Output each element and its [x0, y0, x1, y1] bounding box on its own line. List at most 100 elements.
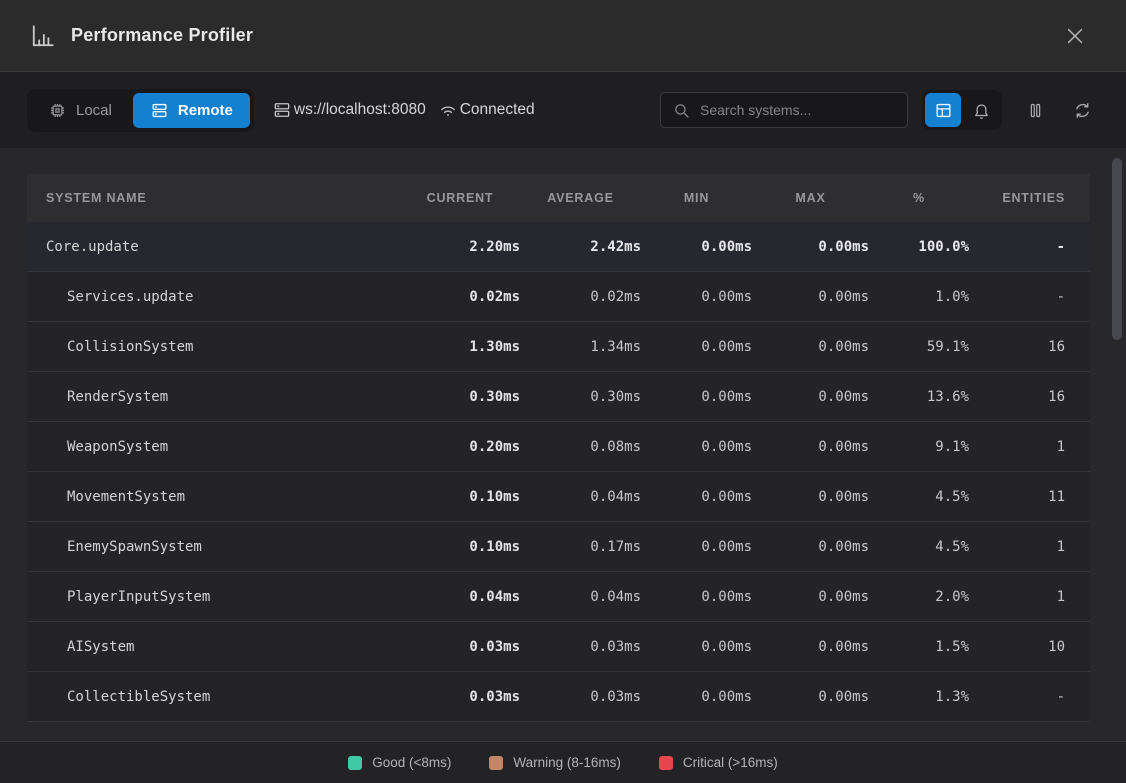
table-cell: 11: [969, 489, 1065, 505]
table-cell: 0.17ms: [520, 539, 641, 555]
search-box: [660, 92, 908, 128]
table-cell: 0.10ms: [400, 539, 520, 555]
column-header[interactable]: MIN: [641, 191, 752, 205]
connection-status: Connected: [460, 101, 535, 119]
legend-item: Warning (8-16ms): [489, 755, 621, 770]
table-cell: 0.10ms: [400, 489, 520, 505]
performance-profiler-window: Performance Profiler Local: [0, 0, 1126, 783]
table-cell: 0.30ms: [400, 389, 520, 405]
column-header[interactable]: MAX: [752, 191, 869, 205]
table-cell: 0.30ms: [520, 389, 641, 405]
server-icon: [272, 100, 292, 120]
table-cell: 0.00ms: [752, 439, 869, 455]
table-row[interactable]: Services.update0.02ms0.02ms0.00ms0.00ms1…: [27, 272, 1090, 322]
table-cell: 59.1%: [869, 339, 969, 355]
table-cell: 2.0%: [869, 589, 969, 605]
legend-swatch: [489, 756, 503, 770]
pause-icon: [1026, 101, 1045, 120]
alerts-button[interactable]: [963, 93, 999, 127]
local-mode-button[interactable]: Local: [31, 93, 129, 128]
toolbar: Local Remote: [0, 72, 1126, 148]
legend-swatch: [659, 756, 673, 770]
table-cell: 16: [969, 389, 1065, 405]
table-cell: 0.00ms: [752, 289, 869, 305]
refresh-icon: [1073, 101, 1092, 120]
table-cell: -: [969, 289, 1065, 305]
table-cell: 2.20ms: [400, 239, 520, 255]
cpu-icon: [48, 101, 67, 120]
table-view-button[interactable]: [925, 93, 961, 127]
table-cell: 1.34ms: [520, 339, 641, 355]
table-cell: 0.00ms: [641, 339, 752, 355]
table-cell: 0.03ms: [520, 689, 641, 705]
table-cell: RenderSystem: [46, 389, 400, 405]
table-cell: 1.30ms: [400, 339, 520, 355]
table-cell: 0.00ms: [752, 389, 869, 405]
remote-mode-label: Remote: [178, 102, 233, 119]
table-cell: 13.6%: [869, 389, 969, 405]
table-row[interactable]: PlayerInputSystem0.04ms0.04ms0.00ms0.00m…: [27, 572, 1090, 622]
table-cell: 0.03ms: [400, 689, 520, 705]
table-cell: 9.1%: [869, 439, 969, 455]
table-cell: -: [969, 689, 1065, 705]
table-cell: 0.02ms: [400, 289, 520, 305]
table-cell: 0.04ms: [400, 589, 520, 605]
search-input[interactable]: [700, 102, 895, 118]
table-cell: CollectibleSystem: [46, 689, 400, 705]
bell-icon: [972, 101, 991, 120]
table-cell: 0.00ms: [641, 289, 752, 305]
table-cell: 2.42ms: [520, 239, 641, 255]
table-cell: 0.03ms: [520, 639, 641, 655]
view-toggle-group: [922, 90, 1002, 130]
scrollbar-thumb[interactable]: [1112, 158, 1122, 340]
table-cell: 0.00ms: [641, 489, 752, 505]
table-cell: 0.00ms: [641, 689, 752, 705]
pause-button[interactable]: [1026, 101, 1045, 120]
table-cell: 4.5%: [869, 489, 969, 505]
legend-swatch: [348, 756, 362, 770]
column-header[interactable]: SYSTEM NAME: [46, 191, 400, 205]
table-cell: 0.00ms: [641, 389, 752, 405]
column-header[interactable]: CURRENT: [400, 191, 520, 205]
table-row[interactable]: EnemySpawnSystem0.10ms0.17ms0.00ms0.00ms…: [27, 522, 1090, 572]
table-cell: 0.08ms: [520, 439, 641, 455]
table-row[interactable]: RenderSystem0.30ms0.30ms0.00ms0.00ms13.6…: [27, 372, 1090, 422]
table-cell: 1: [969, 589, 1065, 605]
table-cell: 0.00ms: [641, 589, 752, 605]
table-cell: EnemySpawnSystem: [46, 539, 400, 555]
table-body: Core.update2.20ms2.42ms0.00ms0.00ms100.0…: [27, 222, 1090, 722]
legend-item: Good (<8ms): [348, 755, 451, 770]
table-cell: AISystem: [46, 639, 400, 655]
table-row[interactable]: WeaponSystem0.20ms0.08ms0.00ms0.00ms9.1%…: [27, 422, 1090, 472]
remote-mode-button[interactable]: Remote: [133, 93, 250, 128]
legend-item: Critical (>16ms): [659, 755, 778, 770]
table-cell: PlayerInputSystem: [46, 589, 400, 605]
server-icon: [150, 101, 169, 120]
table-cell: 0.00ms: [752, 589, 869, 605]
close-icon[interactable]: [1060, 21, 1090, 51]
column-header[interactable]: ENTITIES: [969, 191, 1065, 205]
bar-chart-icon: [30, 23, 56, 49]
table-cell: 0.00ms: [752, 489, 869, 505]
table-row[interactable]: AISystem0.03ms0.03ms0.00ms0.00ms1.5%10: [27, 622, 1090, 672]
table-cell: 0.00ms: [752, 689, 869, 705]
table-row[interactable]: Core.update2.20ms2.42ms0.00ms0.00ms100.0…: [27, 222, 1090, 272]
toolbar-actions: [1026, 101, 1092, 120]
table-cell: MovementSystem: [46, 489, 400, 505]
table-row[interactable]: CollectibleSystem0.03ms0.03ms0.00ms0.00m…: [27, 672, 1090, 722]
connection-url: ws://localhost:8080: [294, 101, 426, 119]
table-row[interactable]: CollisionSystem1.30ms1.34ms0.00ms0.00ms5…: [27, 322, 1090, 372]
connection-info: ws://localhost:8080 Connected: [272, 100, 535, 120]
table-row[interactable]: MovementSystem0.10ms0.04ms0.00ms0.00ms4.…: [27, 472, 1090, 522]
column-header[interactable]: AVERAGE: [520, 191, 641, 205]
legend-label: Good (<8ms): [372, 755, 451, 770]
table-cell: 1: [969, 439, 1065, 455]
connection-url-segment: ws://localhost:8080: [272, 100, 426, 120]
page-title: Performance Profiler: [71, 25, 253, 46]
refresh-button[interactable]: [1073, 101, 1092, 120]
table-cell: -: [969, 239, 1065, 255]
table-cell: 0.00ms: [641, 639, 752, 655]
table-cell: 16: [969, 339, 1065, 355]
column-header[interactable]: %: [869, 191, 969, 205]
title-bar: Performance Profiler: [0, 0, 1126, 72]
